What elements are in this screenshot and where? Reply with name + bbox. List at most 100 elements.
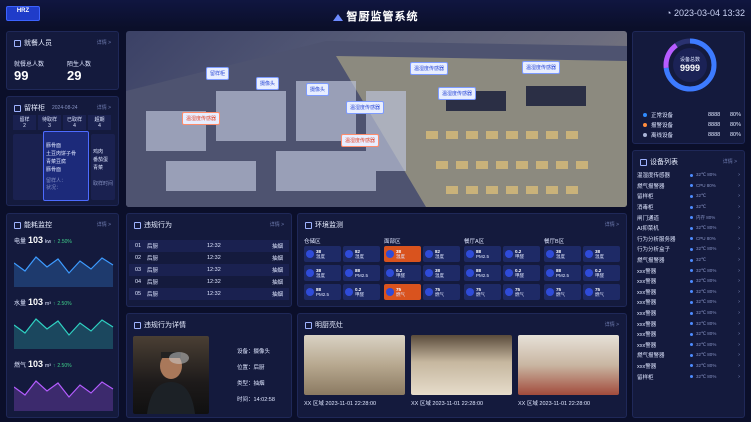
sample-more-link[interactable]: 详情 > — [97, 104, 111, 111]
camera-feed[interactable] — [304, 335, 405, 395]
map-tag-sample-cabinet[interactable]: 留样柜 — [206, 67, 230, 80]
device-row[interactable]: 行为分析盒子 32℃ 80% › — [633, 244, 744, 255]
device-row[interactable]: xxx警器 32℃ 80% › — [633, 308, 744, 319]
env-sensor-card[interactable]: 38 温度 — [544, 246, 581, 262]
map-tag-sensor[interactable]: 温湿度传感器 — [346, 101, 385, 114]
env-sensor-card[interactable]: 75 燃气 — [464, 284, 501, 300]
env-sensor-card[interactable]: 82 湿度 — [343, 246, 380, 262]
env-sensor-card[interactable]: 38 温度 — [583, 246, 620, 262]
cabinet-right-slot[interactable]: 鸡肉 番茄蛋 青菜 取样时间 — [91, 134, 115, 200]
env-more-link[interactable]: 详情 > — [605, 221, 619, 228]
env-sensor-card[interactable]: 0.2 甲醛 — [503, 265, 540, 281]
violation-row[interactable]: 02 后厨 12:32 抽烟 — [129, 252, 289, 264]
map-tag-sensor-alert[interactable]: 温湿度传感器 — [182, 112, 221, 125]
device-row[interactable]: 留样柜 32℃ › — [633, 191, 744, 202]
env-sensor-card[interactable]: 0.2 甲醛 — [503, 246, 540, 262]
env-sensor-card[interactable]: 75 燃气 — [384, 284, 421, 300]
env-sensor-card[interactable]: 88 PM2.5 — [343, 265, 380, 281]
env-sensor-card[interactable]: 82 湿度 — [423, 246, 460, 262]
map-tag-sensor[interactable]: 温湿度传感器 — [522, 61, 561, 74]
env-sensor-card[interactable]: 88 PM2.5 — [464, 265, 501, 281]
violation-row[interactable]: 05 后厨 12:32 抽烟 — [129, 288, 289, 300]
violation-snapshot[interactable] — [133, 336, 209, 414]
device-row[interactable]: xxx警器 32℃ 80% › — [633, 287, 744, 298]
map-tag-sensor[interactable]: 温湿度传感器 — [438, 87, 477, 100]
violation-row[interactable]: 03 后厨 12:32 抽烟 — [129, 264, 289, 276]
camera-feed[interactable] — [411, 335, 512, 395]
floorplan-map[interactable]: 留样柜 摄像头 摄像头 温湿度传感器 温湿度传感器 温湿度传感器 温湿度传感器 … — [126, 31, 627, 207]
energy-label: 水量 — [14, 301, 27, 307]
device-row[interactable]: 燃气报警器 CPU 80% › — [633, 181, 744, 192]
map-tag-camera[interactable]: 摄像头 — [306, 83, 330, 96]
device-row[interactable]: 燃气报警器 32℃ › — [633, 255, 744, 266]
camera-feed[interactable] — [518, 335, 619, 395]
status-dot — [690, 290, 693, 294]
env-sensor-card[interactable]: 0.2 甲醛 — [384, 265, 421, 281]
device-row[interactable]: 闸门通道 内存 80% › — [633, 212, 744, 223]
env-sensor-card[interactable]: 38 温度 — [304, 265, 341, 281]
violation-no: 01 — [135, 243, 142, 249]
device-row[interactable]: 消毒柜 32℃ › — [633, 202, 744, 213]
device-row[interactable]: 留样柜 32℃ 80% › — [633, 371, 744, 382]
device-name: xxx警器 — [637, 321, 657, 328]
sensor-text: 88 PM2.5 — [316, 287, 329, 297]
device-metric: 32℃ 80% — [696, 373, 717, 379]
device-list-more-link[interactable]: 详情 > — [723, 158, 737, 165]
sensor-icon — [585, 269, 593, 277]
device-row[interactable]: xxx警器 32℃ 80% › — [633, 318, 744, 329]
env-sensor-card[interactable]: 38 温度 — [384, 246, 421, 262]
cabinet-selected-slot[interactable]: 豚骨面 土豆肉饼子骨 青菜豆腐 豚骨面 留样人： 状况： — [43, 131, 89, 201]
sample-side-item: 鸡肉 — [93, 149, 104, 155]
env-sensor-card[interactable]: 88 PM2.5 — [544, 265, 581, 281]
env-sensor-card[interactable]: 0.2 甲醛 — [583, 265, 620, 281]
device-row[interactable]: xxx警器 32℃ 80% › — [633, 329, 744, 340]
violation-time: 12:32 — [207, 243, 221, 249]
device-row[interactable]: 温湿度传感器 32℃ 80% › — [633, 170, 744, 181]
env-sensor-card[interactable]: 0.2 甲醛 — [343, 284, 380, 300]
device-row[interactable]: 行为分析服务器 CPU 80% › — [633, 234, 744, 245]
diners-more-link[interactable]: 详情 > — [97, 39, 111, 46]
device-metric: CPU 80% — [696, 236, 716, 242]
cabinet-left-slot[interactable] — [13, 134, 43, 200]
sample-item: 青菜豆腐 — [46, 159, 67, 165]
status-dot — [690, 332, 693, 336]
env-sensor-card[interactable]: 75 燃气 — [583, 284, 620, 300]
sensor-icon — [386, 250, 394, 258]
violation-place: 后厨 — [147, 280, 159, 286]
env-sensor-card[interactable]: 75 燃气 — [423, 284, 460, 300]
sensor-label: 温度 — [316, 272, 325, 278]
legend-label: 离线设备 — [651, 133, 674, 139]
violations-more-link[interactable]: 详情 > — [270, 221, 284, 228]
map-tag-sensor-alert[interactable]: 温湿度传感器 — [341, 134, 380, 147]
violation-place: 后厨 — [147, 292, 159, 298]
energy-header: 能耗监控 — [14, 220, 52, 230]
device-row[interactable]: AI抑菜机 32℃ 80% › — [633, 223, 744, 234]
sensor-icon — [386, 288, 394, 296]
sample-footer: 状况： — [46, 185, 62, 191]
energy-more-link[interactable]: 详情 > — [97, 221, 111, 228]
env-sensor-card[interactable]: 88 PM2.5 — [304, 284, 341, 300]
kitchen-more-link[interactable]: 详情 > — [605, 321, 619, 328]
violation-row[interactable]: 04 后厨 12:32 抽烟 — [129, 276, 289, 288]
violation-row[interactable]: 01 后厨 12:32 抽烟 — [129, 240, 289, 252]
env-sensor-card[interactable]: 75 燃气 — [503, 284, 540, 300]
device-row[interactable]: xxx警器 32℃ 80% › — [633, 340, 744, 351]
env-sensor-card[interactable]: 88 PM2.5 — [464, 246, 501, 262]
device-row[interactable]: xxx警器 32℃ 80% › — [633, 265, 744, 276]
env-sensor-card[interactable]: 38 温度 — [423, 265, 460, 281]
sensor-icon — [505, 288, 513, 296]
device-row[interactable]: 燃气报警器 32℃ 80% › — [633, 350, 744, 361]
env-sensor-card[interactable]: 38 温度 — [304, 246, 341, 262]
map-tag-camera[interactable]: 摄像头 — [256, 77, 280, 90]
device-row[interactable]: xxx警器 32℃ 80% › — [633, 297, 744, 308]
device-row[interactable]: xxx警器 32℃ 80% › — [633, 276, 744, 287]
env-sensor-card[interactable]: 75 燃气 — [544, 284, 581, 300]
env-zone-label: 面部区 — [384, 239, 401, 245]
violation-type: 抽烟 — [271, 292, 283, 298]
stat-value: 3 — [48, 123, 51, 129]
device-metric: 32℃ 80% — [696, 331, 717, 337]
map-tag-sensor[interactable]: 温湿度传感器 — [410, 62, 449, 75]
sensor-text: 0.2 甲醛 — [515, 249, 524, 260]
device-row[interactable]: xxx警器 32℃ 80% › — [633, 361, 744, 372]
device-metric: 32℃ — [696, 257, 707, 263]
